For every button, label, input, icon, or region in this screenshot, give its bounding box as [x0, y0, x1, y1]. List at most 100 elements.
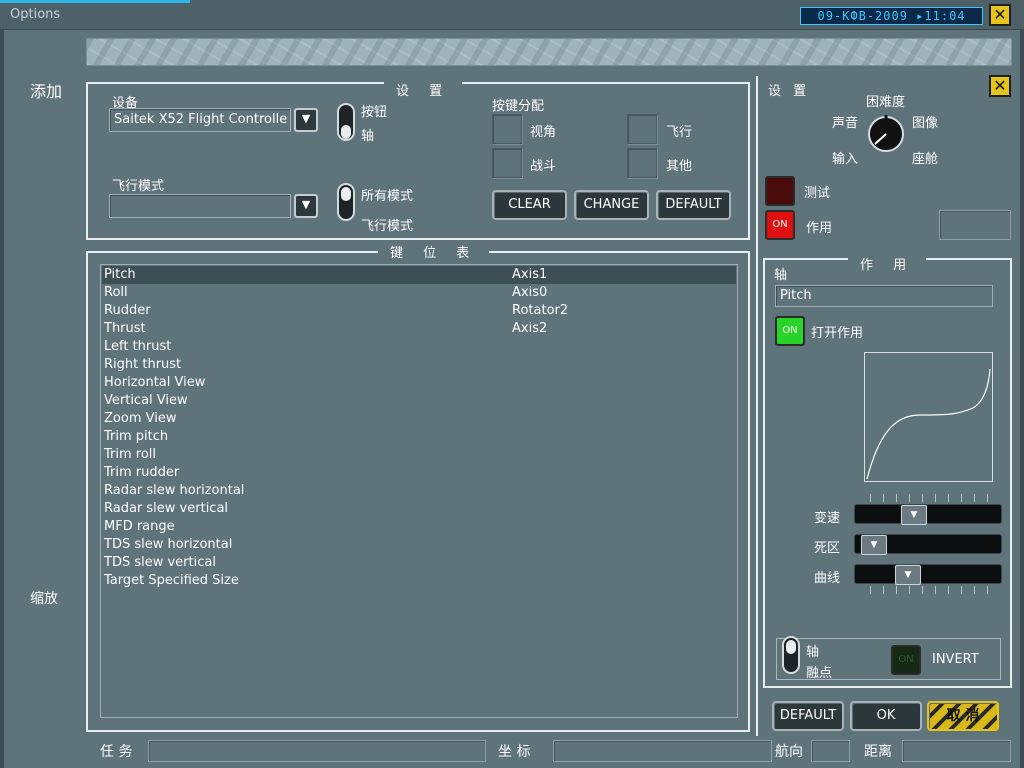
- default-keys-button[interactable]: DEFAULT: [656, 190, 731, 220]
- assign-flight-label: 飞行: [666, 125, 693, 140]
- mode-toggle[interactable]: [337, 183, 355, 221]
- toggle-button-label: 按钮: [361, 105, 388, 120]
- enable-effect-label: 打开作用: [811, 326, 864, 341]
- table-row[interactable]: Target Specified Size: [102, 572, 736, 590]
- row-action: Vertical View: [104, 393, 188, 408]
- table-row[interactable]: Thrust Axis2: [102, 320, 736, 338]
- flight-mode-select[interactable]: [109, 194, 291, 218]
- curve-slider[interactable]: ▼: [854, 564, 1002, 585]
- table-row[interactable]: Vertical View: [102, 392, 736, 410]
- axis-label: 轴: [774, 268, 788, 283]
- row-binding: Rotator2: [512, 303, 569, 318]
- distance-field[interactable]: [902, 740, 1011, 762]
- frame-right: [1020, 30, 1024, 768]
- key-assign-title: 按键分配: [492, 99, 545, 114]
- table-row[interactable]: Radar slew horizontal: [102, 482, 736, 500]
- row-action: Zoom View: [104, 411, 177, 426]
- change-button[interactable]: CHANGE: [574, 190, 649, 220]
- row-action: Trim roll: [104, 447, 157, 462]
- distance-label: 距离: [864, 744, 892, 760]
- table-row[interactable]: Horizontal View: [102, 374, 736, 392]
- deadzone-slider[interactable]: ▼: [854, 534, 1002, 555]
- knob-icon: [868, 115, 904, 152]
- assign-flight-slot[interactable]: [627, 114, 657, 144]
- knob-cockpit-label: 座舱: [912, 152, 939, 167]
- row-action: Left thrust: [104, 339, 172, 354]
- coords-field[interactable]: [553, 740, 772, 762]
- table-row[interactable]: TDS slew horizontal: [102, 536, 736, 554]
- category-knob[interactable]: [866, 114, 906, 154]
- row-action: TDS slew vertical: [104, 555, 216, 570]
- knob-difficulty-label: 困难度: [866, 95, 906, 110]
- effect-lamp[interactable]: ON: [765, 210, 795, 240]
- assign-other-slot[interactable]: [627, 148, 657, 178]
- assign-other-label: 其他: [666, 159, 693, 174]
- row-action: Roll: [104, 285, 128, 300]
- row-binding: Axis0: [512, 285, 548, 300]
- knob-image-label: 图像: [912, 116, 939, 131]
- chevron-down-icon: ▼: [301, 198, 311, 211]
- close-window-button[interactable]: ✕: [989, 4, 1011, 26]
- axis-field[interactable]: Pitch: [775, 285, 993, 307]
- close-panel-button[interactable]: ✕: [989, 75, 1011, 97]
- clock-display: 09-КФВ-2009 ▸11:04: [800, 7, 983, 25]
- toggle-axis-label: 轴: [361, 129, 375, 144]
- cancel-button[interactable]: 取 消: [927, 701, 999, 731]
- flight-mode-dropdown-button[interactable]: ▼: [294, 194, 318, 218]
- table-row[interactable]: Left thrust: [102, 338, 736, 356]
- table-row[interactable]: Zoom View: [102, 410, 736, 428]
- row-action: MFD range: [104, 519, 175, 534]
- response-curve: [866, 368, 991, 480]
- right-divider: [756, 76, 758, 736]
- speed-slider-thumb[interactable]: ▼: [901, 505, 927, 525]
- title-accent: [0, 0, 190, 3]
- table-row[interactable]: Trim pitch: [102, 428, 736, 446]
- curve-slider-thumb[interactable]: ▼: [895, 565, 921, 585]
- row-action: Pitch: [104, 267, 136, 282]
- coords-label: 坐 标: [498, 744, 531, 760]
- test-lamp[interactable]: [765, 176, 795, 206]
- invert-lamp[interactable]: ON: [891, 645, 921, 675]
- add-label[interactable]: 添加: [30, 78, 62, 102]
- flight-mode-label: 飞行模式: [112, 179, 165, 194]
- row-action: Trim rudder: [104, 465, 180, 480]
- button-axis-toggle[interactable]: [337, 103, 355, 141]
- assign-combat-slot[interactable]: [492, 148, 522, 178]
- curve-label: 曲线: [814, 571, 841, 586]
- enable-effect-lamp[interactable]: ON: [775, 316, 805, 346]
- map-strip: [86, 38, 1012, 66]
- row-action: Target Specified Size: [104, 573, 239, 588]
- table-row[interactable]: Rudder Rotator2: [102, 302, 736, 320]
- table-row[interactable]: Trim roll: [102, 446, 736, 464]
- settings-legend: 设 置: [384, 80, 463, 99]
- table-row[interactable]: TDS slew vertical: [102, 554, 736, 572]
- task-field[interactable]: [148, 740, 486, 762]
- device-dropdown-button[interactable]: ▼: [294, 108, 318, 132]
- deadzone-slider-thumb[interactable]: ▼: [861, 535, 887, 555]
- close-icon: ✕: [993, 76, 1007, 95]
- clear-button[interactable]: CLEAR: [492, 190, 567, 220]
- table-row[interactable]: Pitch Axis1: [102, 266, 736, 284]
- knob-sound-label: 声音: [832, 116, 859, 131]
- table-row[interactable]: MFD range: [102, 518, 736, 536]
- table-row[interactable]: Right thrust: [102, 356, 736, 374]
- task-label: 任 务: [100, 744, 133, 760]
- assign-view-slot[interactable]: [492, 114, 522, 144]
- table-row[interactable]: Trim rudder: [102, 464, 736, 482]
- invert-label: INVERT: [932, 652, 979, 667]
- effect-value-field[interactable]: [939, 210, 1011, 240]
- default-button[interactable]: DEFAULT: [772, 701, 844, 731]
- list-scrollbar[interactable]: [737, 266, 738, 716]
- table-row[interactable]: Radar slew vertical: [102, 500, 736, 518]
- speed-label: 变速: [814, 511, 841, 526]
- zoom-label[interactable]: 缩放: [30, 588, 58, 608]
- heading-field[interactable]: [811, 740, 850, 762]
- assign-combat-label: 战斗: [530, 159, 557, 174]
- heading-label: 航向: [775, 744, 803, 760]
- axis-touch-toggle[interactable]: [782, 636, 800, 674]
- row-action: Radar slew vertical: [104, 501, 229, 516]
- speed-slider[interactable]: ▼: [854, 504, 1002, 525]
- ok-button[interactable]: OK: [850, 701, 922, 731]
- device-select[interactable]: Saitek X52 Flight Controlle: [109, 108, 291, 132]
- table-row[interactable]: Roll Axis0: [102, 284, 736, 302]
